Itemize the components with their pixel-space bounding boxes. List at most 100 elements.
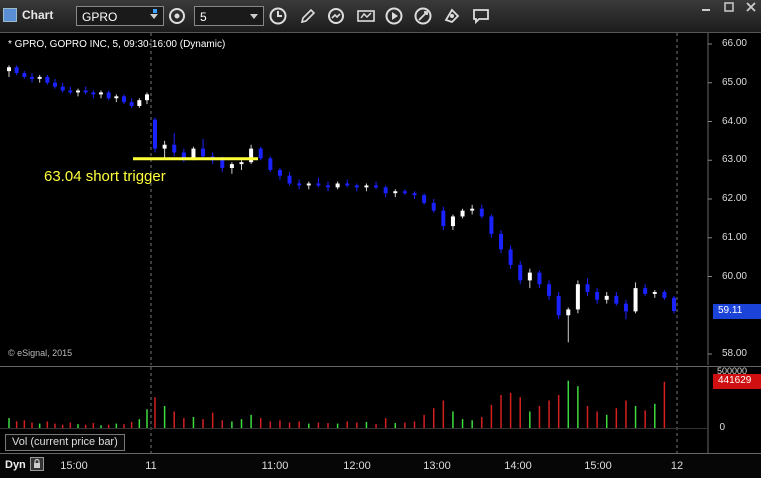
volume-bar [567,380,570,428]
play-icon[interactable] [384,6,404,26]
candle-body [383,187,388,194]
x-tick-label: 13:00 [423,460,451,472]
candle-body [489,216,494,234]
refresh-icon[interactable] [326,6,346,26]
candle-body [672,297,676,311]
volume-bar [375,424,377,428]
window-title: Chart [22,8,54,22]
candle-body [76,90,80,93]
volume-bar [240,419,243,428]
candle-body [91,92,96,95]
candle-body [68,90,73,93]
study-icon[interactable] [356,6,376,26]
volume-bar [61,424,64,428]
comment-icon[interactable] [471,6,491,26]
time-icon[interactable] [268,6,288,26]
volume-bar [557,395,560,428]
candle-body [412,193,417,196]
candle-body [306,183,311,186]
chevron-down-icon[interactable] [150,14,158,19]
volume-bar [115,423,118,428]
minimize-icon[interactable] [700,0,712,12]
chart-toolbar: Chart GPRO 5 [0,0,761,33]
candle-body [258,148,263,159]
candle-body [354,185,359,188]
candle-body [470,208,475,211]
candle-body [37,76,42,79]
candle-body [595,292,600,300]
volume-bar [298,421,300,428]
price-chart[interactable] [0,33,761,365]
candle-body [114,96,119,99]
candle-body [450,216,455,227]
volume-bar [413,421,416,428]
candle-body [556,295,561,316]
candle-body [575,284,580,310]
volume-bar [548,400,550,428]
dyn-label[interactable]: Dyn [5,459,26,471]
volume-bar [452,411,454,428]
x-tick-label: 12 [670,460,684,472]
chevron-down-icon[interactable] [250,14,258,19]
candle-body [22,73,27,77]
candle-body [537,272,542,285]
y-tick-label: 63.00 [721,154,747,166]
shapes-icon[interactable] [442,6,462,26]
symbol-input[interactable]: GPRO [76,6,164,26]
candle-body [297,183,302,186]
window-controls [694,0,757,14]
candle-body [633,288,638,312]
volume-bar [384,418,387,428]
volume-bar [154,397,156,428]
volume-bar [23,420,26,428]
x-axis[interactable]: Dyn 15:00 11 11:00 12:00 13:00 14:00 15:00 12 [0,453,761,478]
candle-body [508,249,513,265]
y-tick-label: 60.00 [721,270,747,282]
volume-bar [288,422,291,428]
trigger-annotation: 63.04 short trigger [44,168,166,185]
volume-bar [77,424,79,428]
volume-bar [529,411,531,428]
candle-body [220,160,225,168]
candle-body [460,210,465,217]
close-icon[interactable] [745,0,757,12]
interval-select[interactable]: 5 [194,6,264,26]
y-tick-label: 65.00 [721,76,747,88]
link-settings-icon[interactable] [167,6,187,26]
volume-bar [138,419,141,428]
x-tick-label: 14:00 [504,460,532,472]
lock-icon[interactable] [30,457,44,471]
candle-body [60,86,65,91]
volume-bar [481,417,483,428]
candle-body [604,295,609,300]
candle-body [14,67,19,74]
volume-study-label[interactable]: Vol (current price bar) [5,434,125,451]
volume-bar [46,421,49,428]
draw-pencil-icon[interactable] [298,6,318,26]
candle-body [137,100,142,106]
candle-body [479,208,484,217]
candle-body [566,309,571,316]
last-price-badge: 59.11 [713,303,761,319]
volume-bar [231,421,233,428]
candle-body [614,295,619,304]
candle-body [277,169,282,176]
candle-body [518,264,523,281]
volume-bar [163,406,166,428]
candle-body [162,144,167,149]
candle-body [7,67,11,72]
volume-bar [586,406,589,428]
volume-pane[interactable]: 500000 441629 0 Vol (current price bar) [0,366,761,454]
volume-bar [123,424,125,428]
volume-bar [654,403,656,428]
volume-bar [644,410,646,428]
y-tick-label: 58.00 [721,348,747,359]
x-tick-label: 11 [145,460,157,472]
candle-body [643,288,648,294]
candle-body [53,82,57,87]
volume-bar [269,421,272,428]
tools-icon[interactable] [413,6,433,26]
volume-bar [146,409,148,428]
maximize-icon[interactable] [723,0,735,12]
price-pane[interactable]: * GPRO, GOPRO INC, 5, 09:30-16:00 (Dynam… [0,33,761,365]
